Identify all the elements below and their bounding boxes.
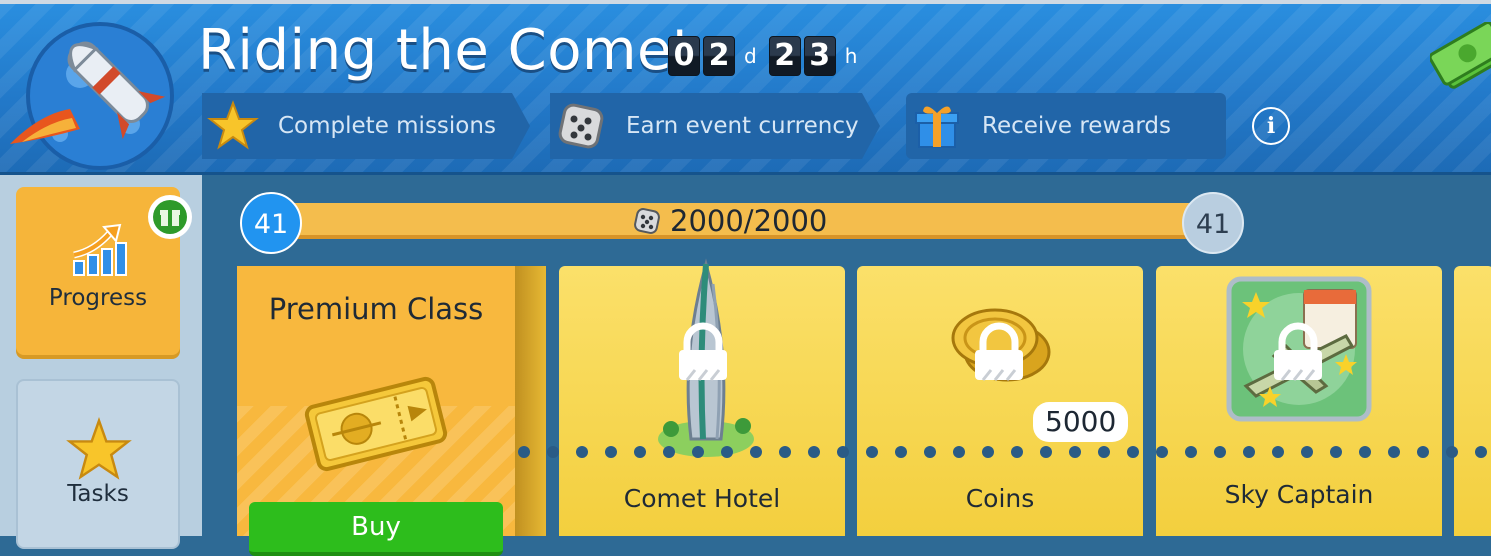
track-dot [1069, 446, 1081, 458]
timer-days-unit: d [744, 44, 757, 68]
buy-button[interactable]: Buy [249, 502, 503, 556]
track-dot [1040, 446, 1052, 458]
sidebar-item-progress[interactable]: Progress [16, 187, 192, 355]
track-dot [1330, 446, 1342, 458]
progress-text: 2000/2000 [670, 204, 828, 238]
track-dot [692, 446, 704, 458]
step-complete-missions: Complete missions [202, 93, 530, 159]
golden-ticket-icon [304, 376, 448, 472]
track-dot [1214, 446, 1226, 458]
reward-name: Coins [965, 484, 1035, 513]
gift-icon [153, 200, 187, 234]
progress-readout: 2000/2000 [632, 203, 827, 239]
track-dot [1011, 446, 1023, 458]
sidebar: Progress Tasks [0, 175, 202, 549]
lock-icon [975, 322, 1023, 381]
track-dot [547, 446, 559, 458]
reward-card-coins[interactable]: 5000 Coins [857, 266, 1143, 536]
track-dot [982, 446, 994, 458]
sidebar-item-label: Tasks [67, 481, 129, 507]
track-dot [1127, 446, 1139, 458]
timer-hours-unit: h [844, 44, 858, 68]
track-dot [1446, 446, 1458, 458]
track-dot [750, 446, 762, 458]
reward-name: Sky Captain [1224, 480, 1374, 509]
timer-days-digit: 2 [703, 36, 735, 76]
step-label: Earn event currency [626, 113, 859, 139]
window-top-edge [0, 0, 1491, 4]
event-title: Riding the Comet [198, 18, 695, 83]
track-dot [1098, 446, 1110, 458]
track-dot [1417, 446, 1429, 458]
reward-available-badge [148, 195, 192, 239]
track-dot [1243, 446, 1255, 458]
track-dot [663, 446, 675, 458]
track-dot [866, 446, 878, 458]
sidebar-item-label: Progress [48, 285, 148, 311]
progress-track-dots [518, 446, 1487, 458]
step-receive-rewards: Receive rewards [906, 93, 1226, 159]
countdown-timer: 0 2 d 2 3 h [668, 36, 869, 76]
track-dot [634, 446, 646, 458]
timer-days-digit: 0 [668, 36, 700, 76]
track-dot [721, 446, 733, 458]
track-dot [837, 446, 849, 458]
next-level-badge: 41 [1182, 192, 1244, 254]
track-dot [779, 446, 791, 458]
track-dot [924, 446, 936, 458]
track-dot [1359, 446, 1371, 458]
track-dot [1185, 446, 1197, 458]
track-dot [576, 446, 588, 458]
track-dot [1475, 446, 1487, 458]
reward-card-comet-hotel[interactable]: Comet Hotel [559, 258, 845, 536]
premium-card-edge [515, 266, 546, 536]
step-label: Receive rewards [982, 113, 1171, 139]
track-dot [953, 446, 965, 458]
star-icon [66, 417, 132, 480]
sidebar-item-tasks[interactable]: Tasks [16, 379, 180, 549]
rising-chart-icon [73, 223, 127, 276]
lock-icon [679, 322, 727, 381]
track-dot [1388, 446, 1400, 458]
track-dot [808, 446, 820, 458]
track-dot [1156, 446, 1168, 458]
track-dot [605, 446, 617, 458]
comet-rocket-logo-icon [10, 22, 174, 170]
reward-card-partial[interactable] [1454, 266, 1491, 536]
track-dot [1272, 446, 1284, 458]
premium-class-card: Premium Class Buy [237, 266, 515, 556]
event-header: Riding the Comet 0 2 d 2 3 h Complete mi… [0, 0, 1491, 175]
timer-hours-digit: 3 [803, 36, 836, 76]
dice-icon [634, 208, 660, 234]
reward-card-sky-captain[interactable]: Sky Captain [1156, 266, 1442, 536]
step-label: Complete missions [278, 113, 496, 139]
reward-name: Comet Hotel [623, 484, 781, 513]
cash-icon[interactable] [1430, 22, 1491, 92]
current-level-badge: 41 [240, 192, 302, 254]
step-earn-currency: Earn event currency [550, 93, 880, 159]
lock-icon [1274, 322, 1322, 381]
track-dot [1301, 446, 1313, 458]
dice-icon [554, 99, 608, 153]
info-button[interactable]: i [1252, 107, 1290, 145]
track-dot [518, 446, 530, 458]
track-dot [895, 446, 907, 458]
gift-icon [915, 106, 959, 148]
premium-title: Premium Class [268, 292, 484, 326]
star-icon [206, 99, 260, 153]
reward-amount-badge: 5000 [1033, 402, 1129, 442]
timer-hours-digit: 2 [768, 36, 801, 76]
